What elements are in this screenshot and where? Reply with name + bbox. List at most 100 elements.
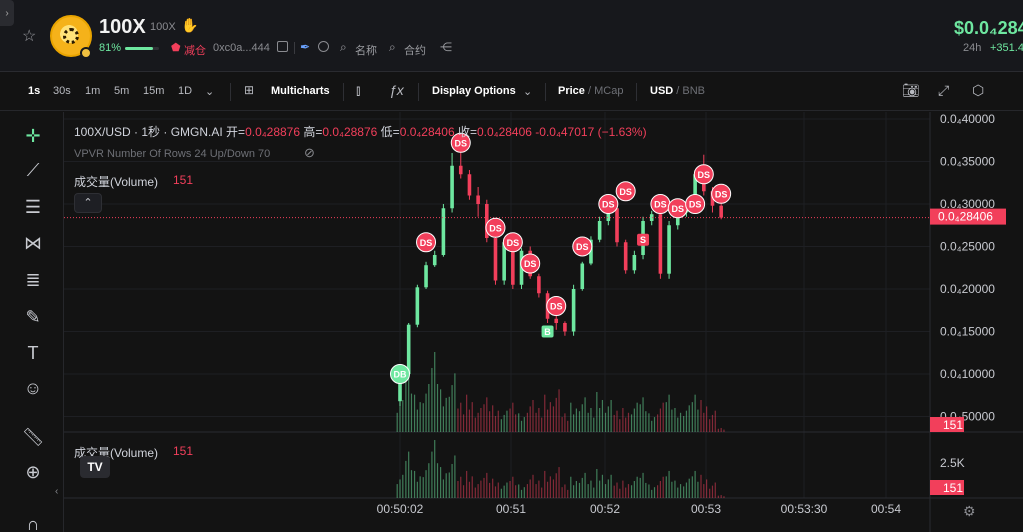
fullscreen-icon[interactable]: ⤢ (938, 82, 949, 99)
volume-bar (471, 402, 473, 432)
feather-icon[interactable]: ✒ (300, 40, 310, 54)
volume-bar (512, 402, 514, 432)
volume-bar (590, 408, 592, 432)
search-icon[interactable]: ⌕ (340, 40, 347, 55)
candle-body (623, 242, 628, 271)
volume-bar (651, 420, 653, 432)
camera-icon[interactable]: 📷︎ (902, 82, 920, 99)
volume-bar (653, 417, 656, 432)
price-change: +351.4 (990, 42, 1023, 54)
horizontal-lines-icon[interactable]: ☰ (20, 195, 46, 219)
volume-bar (428, 384, 430, 432)
volume-bar-lower (526, 484, 528, 498)
volume-bar (413, 394, 416, 432)
eye-off-icon[interactable]: ⊘ (304, 145, 315, 161)
expand-sidebar-icon[interactable]: › (0, 0, 14, 26)
volume-bar (457, 408, 459, 432)
volume-bar-lower (570, 476, 572, 498)
volume-bar (454, 373, 456, 432)
interval-1s[interactable]: 1s (28, 85, 40, 97)
chevron-down-icon[interactable]: ⌄ (523, 85, 532, 98)
candle-body (424, 265, 428, 288)
price-toggle[interactable]: Price / MCap (558, 85, 623, 97)
ruler-icon[interactable]: 📏︎ (20, 425, 46, 449)
volume-bar (529, 406, 531, 432)
volume-bar-lower (408, 451, 410, 498)
tradingview-logo[interactable]: TV (80, 456, 110, 478)
holder-percent: 81% (99, 42, 122, 54)
candle-body (632, 255, 637, 271)
star-icon[interactable]: ☆ (22, 28, 40, 46)
volume-bar-lower (645, 482, 647, 498)
multicharts-button[interactable]: Multicharts (271, 85, 330, 97)
candle-body (667, 225, 671, 274)
interval-30s[interactable]: 30s (53, 85, 71, 97)
volume-bar-lower (512, 476, 514, 498)
settings-icon[interactable]: ⬡ (972, 82, 984, 99)
volume-bar (584, 397, 586, 432)
trade-marker-label: DB (394, 370, 407, 380)
volume-bar-lower (492, 478, 494, 498)
volume-bar-lower (561, 487, 563, 498)
volume-bar-lower (674, 480, 676, 498)
volume-bar-lower (587, 484, 589, 498)
volume-bar (422, 403, 424, 432)
display-options-button[interactable]: Display Options (432, 85, 516, 97)
current-price: $0.0₄284 (954, 18, 1023, 38)
volume-bar (448, 396, 450, 432)
volume-bar (451, 385, 453, 432)
crosshair-icon[interactable]: ✛ (20, 124, 46, 148)
chain-badge-icon (80, 47, 92, 59)
axis-settings-icon[interactable]: ⚙ (963, 503, 976, 520)
x-axis-tick-label: 00:52 (590, 502, 620, 516)
chevron-down-icon[interactable]: ⌄ (205, 85, 214, 98)
search-contract-button[interactable]: 合约 (404, 42, 426, 58)
collapse-legend-button[interactable]: ⌃ (74, 193, 102, 213)
interval-5m[interactable]: 5m (114, 85, 129, 97)
candle-type-icon[interactable]: ⫾ (356, 82, 360, 99)
text-icon[interactable]: T (20, 341, 46, 365)
magnet-icon[interactable]: ∩ (20, 512, 46, 532)
share-icon[interactable]: ⋲ (440, 40, 452, 54)
volume-bar (489, 411, 491, 432)
scroll-left-icon[interactable]: ‹ (55, 486, 58, 497)
copy-icon[interactable] (277, 41, 288, 52)
volume-bar (555, 397, 557, 432)
interval-1d[interactable]: 1D (178, 85, 192, 97)
trendline-icon[interactable]: ⟋ (20, 158, 46, 182)
volume-bar (416, 409, 418, 432)
volume-bar-lower (657, 485, 659, 498)
search-name-button[interactable]: 名称 (355, 42, 377, 58)
bnb-label[interactable]: BNB (682, 85, 705, 97)
pattern-icon[interactable]: ⋈ (20, 231, 46, 255)
volume-label[interactable]: 成交量(Volume) (74, 173, 158, 190)
fib-icon[interactable]: ≣ (20, 268, 46, 292)
emoji-icon[interactable]: ☺ (20, 376, 46, 400)
mcap-label[interactable]: MCap (594, 85, 623, 97)
y-axis-tick-label: 0.0₄10000 (940, 367, 995, 381)
volume-bar (659, 408, 661, 432)
x-axis-tick-label: 00:54 (871, 502, 901, 516)
volume-bar (468, 409, 471, 432)
indicators-icon[interactable]: ƒx (389, 82, 404, 98)
interval-15m[interactable]: 15m (143, 85, 164, 97)
volume-bar (567, 420, 569, 432)
price-chart[interactable]: DBDSDSDSDSDSBDSDSDSDSSDS DS DSDSDS0.0₄4000… (64, 112, 1023, 532)
volume-bar (474, 417, 476, 432)
holder-percent-bar (125, 47, 159, 50)
zoom-in-icon[interactable]: ⊕ (20, 460, 46, 484)
interval-1m[interactable]: 1m (85, 85, 100, 97)
volume-bar (714, 410, 716, 432)
volume-bar (630, 414, 633, 432)
currency-toggle[interactable]: USD / BNB (650, 85, 705, 97)
vpvr-label[interactable]: VPVR Number Of Rows 24 Up/Down 70 (74, 148, 270, 160)
brush-icon[interactable]: ✎ (20, 305, 46, 329)
volume-bar-lower (442, 479, 444, 498)
candle-body (563, 323, 567, 332)
volume-bar-lower (613, 485, 615, 498)
search-icon[interactable]: ⌕ (389, 40, 396, 55)
volume-bar-lower (477, 484, 479, 498)
add-chart-icon[interactable]: ⊞ (244, 83, 254, 97)
globe-icon[interactable] (318, 41, 329, 52)
trade-marker-label: DS (550, 302, 563, 312)
